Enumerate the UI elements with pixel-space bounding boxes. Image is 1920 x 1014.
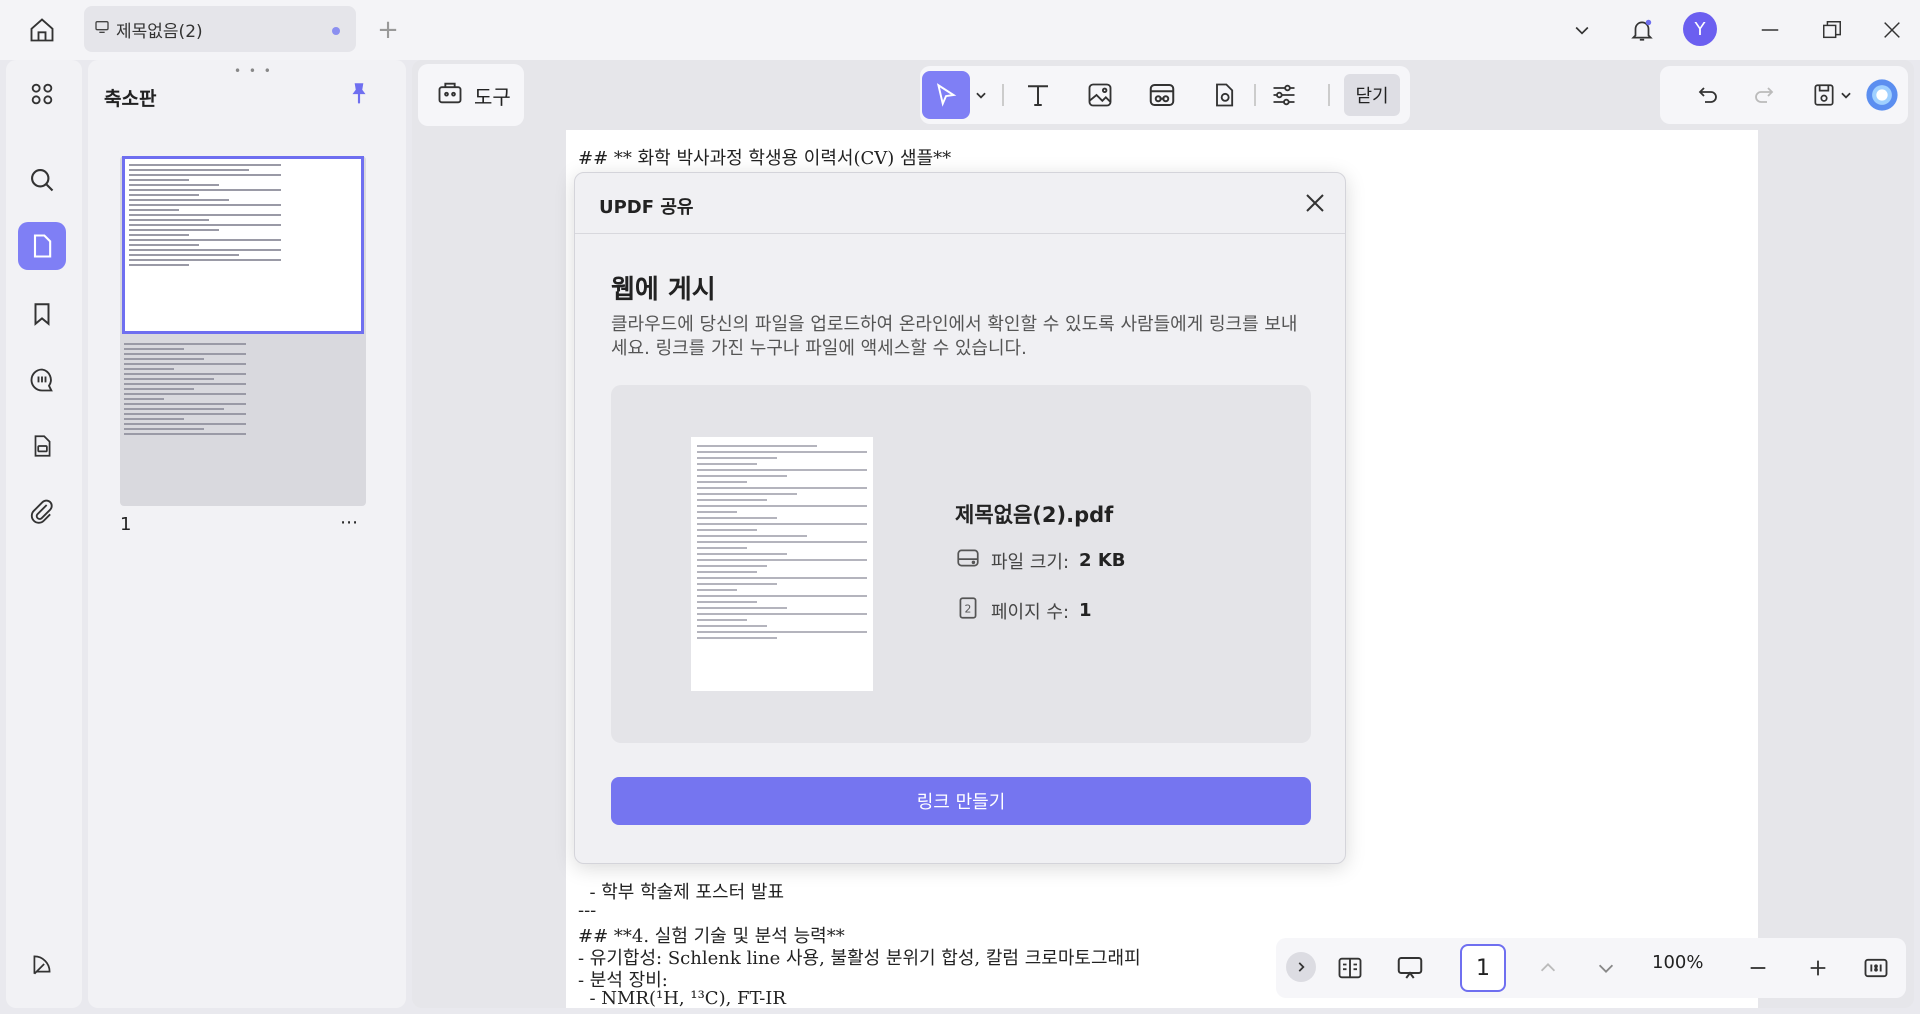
file-info-card: 제목없음(2).pdf 파일 크기: 2 KB 2 페이지 수: 1 xyxy=(611,385,1311,743)
thumbnail-panel: • • • 축소판 1 ⋯ xyxy=(88,60,406,1008)
page-pin-icon[interactable] xyxy=(1204,75,1244,115)
actual-size-icon[interactable] xyxy=(1856,948,1896,988)
publish-heading: 웹에 게시 xyxy=(611,275,716,305)
thumbnail-page-number: 1 xyxy=(120,514,132,535)
image-tool-icon[interactable] xyxy=(1080,75,1120,115)
zoom-in-icon[interactable] xyxy=(1798,948,1838,988)
create-link-button[interactable]: 링크 만들기 xyxy=(611,777,1311,825)
zoom-out-icon[interactable] xyxy=(1738,948,1778,988)
home-icon[interactable] xyxy=(22,12,62,48)
tools-label: 도구 xyxy=(474,84,511,109)
document-tab[interactable]: 제목없음(2) xyxy=(84,6,356,52)
link-tool-icon[interactable] xyxy=(1142,75,1182,115)
file-preview xyxy=(691,437,873,691)
select-dropdown-icon[interactable] xyxy=(970,75,992,115)
file-size-value: 2 KB xyxy=(1079,550,1126,571)
toolbar-separator xyxy=(1328,84,1330,106)
thumbnail-panel-title: 축소판 xyxy=(104,88,157,110)
page-count-label: 페이지 수: xyxy=(991,601,1070,623)
save-dropdown-icon[interactable] xyxy=(1836,75,1856,115)
thumbnail-more-icon[interactable]: ⋯ xyxy=(340,512,358,533)
drag-handle[interactable]: • • • xyxy=(234,64,273,78)
close-window-icon[interactable] xyxy=(1874,14,1910,46)
file-size-row: 파일 크기: 2 KB xyxy=(955,545,1126,576)
page-thumbnail-selected[interactable] xyxy=(122,156,364,334)
close-icon[interactable] xyxy=(1303,191,1327,219)
zoom-level[interactable]: 100% xyxy=(1652,952,1703,973)
comments-icon[interactable] xyxy=(18,356,66,404)
document-heading-line: ## ** 화학 박사과정 학생용 이력서(CV) 샘플** xyxy=(578,148,952,169)
tools-button[interactable]: 도구 xyxy=(418,64,524,126)
page-count-icon: 2 xyxy=(955,595,981,626)
page-count-row: 2 페이지 수: 1 xyxy=(955,595,1092,626)
toolbar-separator xyxy=(1254,84,1256,106)
expand-bar-icon[interactable] xyxy=(1286,952,1316,982)
theme-leaf-icon[interactable] xyxy=(18,940,66,988)
drive-icon xyxy=(955,545,981,576)
close-edit-button[interactable]: 닫기 xyxy=(1344,74,1400,116)
pin-icon[interactable] xyxy=(346,80,372,110)
publish-description: 클라우드에 당신의 파일을 업로드하여 온라인에서 확인할 수 있도록 사람들에… xyxy=(611,314,1298,359)
select-cursor-icon[interactable] xyxy=(922,71,970,119)
page-number-input[interactable]: 1 xyxy=(1460,944,1506,992)
document-text-line: --- xyxy=(578,900,597,921)
user-avatar[interactable]: Y xyxy=(1683,12,1717,46)
redo-icon[interactable] xyxy=(1744,75,1784,115)
settings-sliders-icon[interactable] xyxy=(1264,75,1304,115)
stamp-icon[interactable] xyxy=(18,422,66,470)
text-tool-icon[interactable] xyxy=(1018,75,1058,115)
restore-icon[interactable] xyxy=(1814,14,1850,46)
dialog-divider xyxy=(575,233,1345,234)
previous-page-icon[interactable] xyxy=(1528,948,1568,988)
file-name: 제목없음(2).pdf xyxy=(955,503,1114,527)
chevron-down-icon[interactable] xyxy=(1566,14,1598,46)
undo-icon[interactable] xyxy=(1688,75,1728,115)
search-icon[interactable] xyxy=(18,156,66,204)
attachment-icon[interactable] xyxy=(18,488,66,536)
document-tab-icon xyxy=(94,19,110,40)
dialog-title: UPDF 공유 xyxy=(599,197,694,218)
notification-bell-icon[interactable] xyxy=(1624,12,1660,48)
title-bar: 제목없음(2) + Y xyxy=(0,0,1920,60)
share-dialog: UPDF 공유 웹에 게시 클라우드에 당신의 파일을 업로드하여 온라인에서 … xyxy=(574,172,1346,864)
next-page-icon[interactable] xyxy=(1586,948,1626,988)
left-rail xyxy=(6,60,82,1008)
toolbar-separator xyxy=(1002,84,1004,106)
page-navigation-bar: 1 100% xyxy=(1276,938,1906,998)
svg-text:2: 2 xyxy=(965,602,972,615)
edit-toolbar: 닫기 xyxy=(920,66,1410,124)
file-size-label: 파일 크기: xyxy=(991,551,1070,573)
thumbnail-pages-icon[interactable] xyxy=(18,222,66,270)
document-tab-title: 제목없음(2) xyxy=(116,21,203,42)
presentation-icon[interactable] xyxy=(1390,948,1430,988)
page-layout-icon[interactable] xyxy=(1330,948,1370,988)
minimize-icon[interactable] xyxy=(1752,14,1788,46)
page-count-value: 1 xyxy=(1079,600,1092,621)
bookmark-icon[interactable] xyxy=(18,290,66,338)
toolbox-icon xyxy=(436,79,464,112)
history-toolbar xyxy=(1660,66,1908,124)
ai-assistant-icon[interactable] xyxy=(1862,75,1902,115)
new-tab-icon[interactable]: + xyxy=(372,15,404,45)
unsaved-dot xyxy=(332,27,340,35)
apps-grid-icon[interactable] xyxy=(18,70,66,118)
document-text-line: - 학부 학술제 포스터 발표 xyxy=(578,882,785,903)
document-text-line: - NMR(¹H, ¹³C), FT-IR xyxy=(578,988,786,1009)
